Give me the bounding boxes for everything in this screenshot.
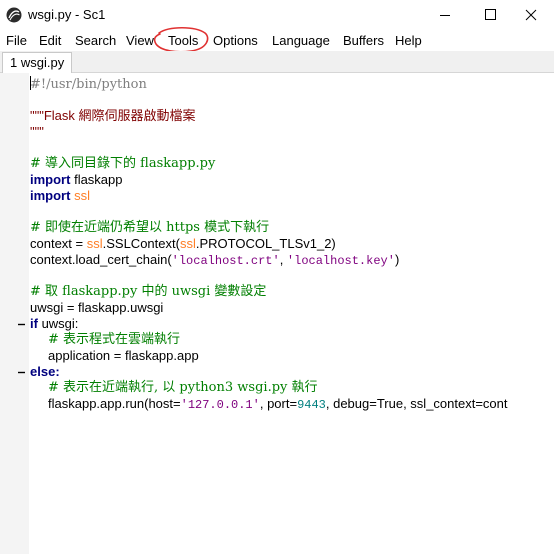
code-line-17: # 表示程式在雲端執行 xyxy=(48,332,181,347)
scite-app-icon xyxy=(6,7,22,23)
code-line-3: """Flask 網際伺服器啟動檔案 xyxy=(30,108,196,123)
menu-view[interactable]: View xyxy=(126,33,154,49)
keyword: else xyxy=(30,364,56,379)
close-icon xyxy=(525,9,537,21)
code-line-19: else: xyxy=(30,364,60,380)
code-line-11: context = ssl.SSLContext(ssl.PROTOCOL_TL… xyxy=(30,236,336,252)
code-line-15: uwsgi = flaskapp.uwsgi xyxy=(30,300,164,315)
code-line-12: context.load_cert_chain('localhost.crt',… xyxy=(30,252,399,268)
menu-file[interactable]: File xyxy=(6,33,27,49)
menu-options[interactable]: Options xyxy=(213,33,258,49)
code-text: context.load_cert_chain( xyxy=(30,252,172,267)
string-literal: 'localhost.key' xyxy=(286,254,395,268)
menu-bar: File Edit Search View Tools Options Lang… xyxy=(0,30,554,51)
code-line-7: import flaskapp xyxy=(30,172,123,188)
number-literal: 9443 xyxy=(297,398,326,412)
fold-margin xyxy=(0,73,29,554)
tab-bar: 1 wsgi.py xyxy=(0,51,554,73)
keyword: import xyxy=(30,172,71,187)
fold-marker-icon[interactable] xyxy=(16,316,26,332)
code-text: , xyxy=(279,252,287,267)
menu-search[interactable]: Search xyxy=(75,33,116,49)
code-line-14: # 取 flaskapp.py 中的 uwsgi 變數設定 xyxy=(30,284,267,299)
close-button[interactable] xyxy=(508,0,554,30)
code-text: flaskapp.app.run(host= xyxy=(48,396,181,411)
code-text: uwsgi: xyxy=(37,316,79,331)
fold-marker-icon[interactable] xyxy=(16,364,26,380)
code-text: , port= xyxy=(259,396,298,411)
keyword: if xyxy=(30,316,38,331)
minimize-button[interactable] xyxy=(422,0,468,30)
code-line-1: #!/usr/bin/python xyxy=(30,76,147,92)
tab-wsgi-py[interactable]: 1 wsgi.py xyxy=(2,52,73,73)
code-text: context = xyxy=(30,236,87,251)
minimize-icon xyxy=(440,15,450,16)
identifier-ssl: ssl xyxy=(74,188,90,203)
code-text: : xyxy=(55,364,60,379)
code-line-4: """ xyxy=(30,124,44,139)
code-line-8: import ssl xyxy=(30,188,90,204)
identifier-ssl: ssl xyxy=(179,236,196,251)
code-line-18: application = flaskapp.app xyxy=(48,348,199,363)
identifier-ssl: ssl xyxy=(86,236,103,251)
menu-help[interactable]: Help xyxy=(395,33,422,49)
shebang: #!/usr/bin/python xyxy=(30,77,147,92)
keyword: import xyxy=(30,188,71,203)
window-title: wsgi.py - Sc1 xyxy=(28,7,106,22)
code-line-6: # 導入同目錄下的 flaskapp.py xyxy=(30,156,216,171)
code-line-16: if uwsgi: xyxy=(30,316,78,332)
menu-buffers[interactable]: Buffers xyxy=(343,33,384,49)
code-line-21: flaskapp.app.run(host='127.0.0.1', port=… xyxy=(48,396,508,412)
title-bar: wsgi.py - Sc1 xyxy=(0,0,554,30)
string-literal: '127.0.0.1' xyxy=(180,398,260,412)
code-text: .SSLContext( xyxy=(102,236,180,251)
menu-tools[interactable]: Tools xyxy=(168,33,198,49)
code-line-20: # 表示在近端執行, 以 python3 wsgi.py 執行 xyxy=(48,380,318,395)
menu-language[interactable]: Language xyxy=(272,33,330,49)
code-editor[interactable]: #!/usr/bin/python """Flask 網際伺服器啟動檔案 """… xyxy=(0,73,554,554)
identifier: flaskapp xyxy=(74,172,123,187)
code-text: , debug=True, ssl_context=cont xyxy=(325,396,508,411)
code-line-10: # 即使在近端仍希望以 https 模式下執行 xyxy=(30,220,270,235)
code-text: .PROTOCOL_TLSv1_2) xyxy=(195,236,336,251)
code-text: ) xyxy=(394,252,400,267)
string-literal: 'localhost.crt' xyxy=(171,254,280,268)
menu-edit[interactable]: Edit xyxy=(39,33,61,49)
